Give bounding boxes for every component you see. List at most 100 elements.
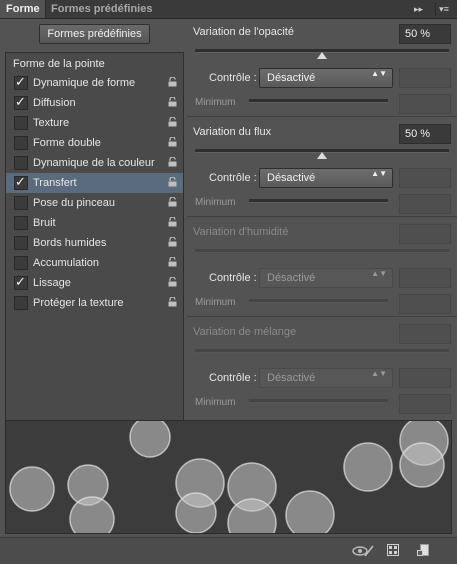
- lock-icon[interactable]: [168, 137, 177, 147]
- jitter-value-field[interactable]: 50 %: [399, 24, 451, 44]
- section-label: Variation de l'opacité: [193, 26, 294, 38]
- lock-icon[interactable]: [168, 97, 177, 107]
- option-label: Lissage: [33, 277, 71, 289]
- lock-icon[interactable]: [168, 157, 177, 167]
- control-select: Désactivé ▲▼: [259, 368, 393, 388]
- lock-icon[interactable]: [168, 237, 177, 247]
- control-label: Contrôle :: [209, 72, 257, 84]
- lock-icon[interactable]: [168, 197, 177, 207]
- brush-option-bruit[interactable]: Bruit: [6, 213, 183, 233]
- lock-icon[interactable]: [168, 297, 177, 307]
- minimum-slider-track: [249, 299, 388, 303]
- control-select-value: Désactivé: [267, 72, 316, 84]
- select-arrows-icon: ▲▼: [371, 369, 387, 378]
- option-label: Diffusion: [33, 97, 76, 109]
- option-checkbox[interactable]: [14, 136, 28, 150]
- section-divider: [187, 216, 457, 217]
- lock-icon[interactable]: [168, 277, 177, 287]
- section-divider: [187, 316, 457, 317]
- section-label: Variation de mélange: [193, 326, 297, 338]
- brush-option-dynamique-de-la-couleur[interactable]: Dynamique de la couleur: [6, 153, 183, 173]
- option-label: Dynamique de forme: [33, 77, 136, 89]
- minimum-slider-track: [249, 399, 388, 403]
- option-checkbox[interactable]: ✓: [14, 74, 28, 90]
- lock-icon[interactable]: [168, 257, 177, 267]
- minimum-value-field: [399, 294, 451, 314]
- brush-option-proteger-la-texture[interactable]: Protéger la texture: [6, 293, 183, 313]
- control-select[interactable]: Désactivé ▲▼: [259, 68, 393, 88]
- slider-thumb[interactable]: [317, 152, 327, 159]
- brush-option-diffusion[interactable]: ✓ Diffusion: [6, 93, 183, 113]
- jitter-value-field: [399, 324, 451, 344]
- select-arrows-icon: ▲▼: [371, 269, 387, 278]
- minimum-label: Minimum: [195, 397, 236, 408]
- option-label: Pose du pinceau: [33, 197, 115, 209]
- grid-icon[interactable]: [387, 544, 399, 556]
- jitter-slider-track: [195, 249, 449, 253]
- tab-brush-presets[interactable]: Formes prédéfinies: [45, 0, 158, 18]
- tab-brush[interactable]: Forme: [0, 0, 46, 18]
- option-label: Transfert: [33, 177, 77, 189]
- control-label: Contrôle :: [209, 372, 257, 384]
- checkmark-icon: ✓: [15, 274, 26, 289]
- option-checkbox[interactable]: ✓: [14, 274, 28, 290]
- option-checkbox[interactable]: ✓: [14, 94, 28, 110]
- option-checkbox[interactable]: [14, 156, 28, 170]
- control-extra-field: [399, 168, 451, 188]
- brush-option-lissage[interactable]: ✓ Lissage: [6, 273, 183, 293]
- checkmark-icon: ✓: [15, 174, 26, 189]
- slider-thumb[interactable]: [317, 52, 327, 59]
- jitter-value-field[interactable]: 50 %: [399, 124, 451, 144]
- option-label: Texture: [33, 117, 70, 129]
- lock-icon[interactable]: [168, 217, 177, 227]
- control-select-value: Désactivé: [267, 272, 316, 284]
- checkmark-icon: ✓: [15, 94, 26, 109]
- control-select[interactable]: Désactivé ▲▼: [259, 168, 393, 188]
- option-label: Dynamique de la couleur: [33, 157, 155, 169]
- minimum-value-field: [399, 394, 451, 414]
- section-label: Variation d'humidité: [193, 226, 289, 238]
- brush-option-bords-humides[interactable]: Bords humides: [6, 233, 183, 253]
- brush-option-forme-double[interactable]: Forme double: [6, 133, 183, 153]
- option-checkbox[interactable]: [14, 196, 28, 210]
- option-label: Forme double: [33, 137, 101, 149]
- option-checkbox[interactable]: [14, 116, 28, 130]
- brush-option-dynamique-de-forme[interactable]: ✓ Dynamique de forme: [6, 73, 183, 93]
- panel-menu-icon[interactable]: ▾≡: [435, 2, 452, 16]
- select-arrows-icon: ▲▼: [371, 169, 387, 178]
- minimum-slider-track: [249, 199, 388, 203]
- option-label: Bruit: [33, 217, 56, 229]
- checkmark-icon: ✓: [15, 74, 26, 89]
- option-checkbox[interactable]: [14, 216, 28, 230]
- brush-option-accumulation[interactable]: Accumulation: [6, 253, 183, 273]
- brush-tip-shape-item[interactable]: Forme de la pointe: [13, 57, 105, 71]
- lock-icon[interactable]: [168, 117, 177, 127]
- brush-option-transfert[interactable]: ✓ Transfert: [6, 173, 183, 193]
- brush-option-texture[interactable]: Texture: [6, 113, 183, 133]
- brush-option-pose-du-pinceau[interactable]: Pose du pinceau: [6, 193, 183, 213]
- brush-stroke-preview: [5, 420, 452, 534]
- brush-presets-button[interactable]: Formes prédéfinies: [39, 24, 150, 44]
- tab-bar: Forme Formes prédéfinies ▸▸ ▾≡: [0, 0, 457, 19]
- option-checkbox[interactable]: ✓: [14, 174, 28, 190]
- jitter-value-field: [399, 224, 451, 244]
- brush-toggle-icon[interactable]: [352, 544, 374, 558]
- select-arrows-icon: ▲▼: [371, 69, 387, 78]
- control-select-value: Désactivé: [267, 172, 316, 184]
- option-checkbox[interactable]: [14, 256, 28, 270]
- brush-options-list: Forme de la pointe ✓ Dynamique de forme ✓ D…: [5, 52, 184, 442]
- control-extra-field: [399, 68, 451, 88]
- minimum-value-field: [399, 194, 451, 214]
- minimum-label: Minimum: [195, 197, 236, 208]
- lock-icon[interactable]: [168, 177, 177, 187]
- new-preset-icon[interactable]: [417, 544, 429, 556]
- preview-canvas: [9, 421, 449, 533]
- option-checkbox[interactable]: [14, 296, 28, 310]
- control-select: Désactivé ▲▼: [259, 268, 393, 288]
- control-select-value: Désactivé: [267, 372, 316, 384]
- control-extra-field: [399, 268, 451, 288]
- collapse-icon[interactable]: ▸▸: [414, 2, 423, 16]
- minimum-value-field: [399, 94, 451, 114]
- option-checkbox[interactable]: [14, 236, 28, 250]
- lock-icon[interactable]: [168, 77, 177, 87]
